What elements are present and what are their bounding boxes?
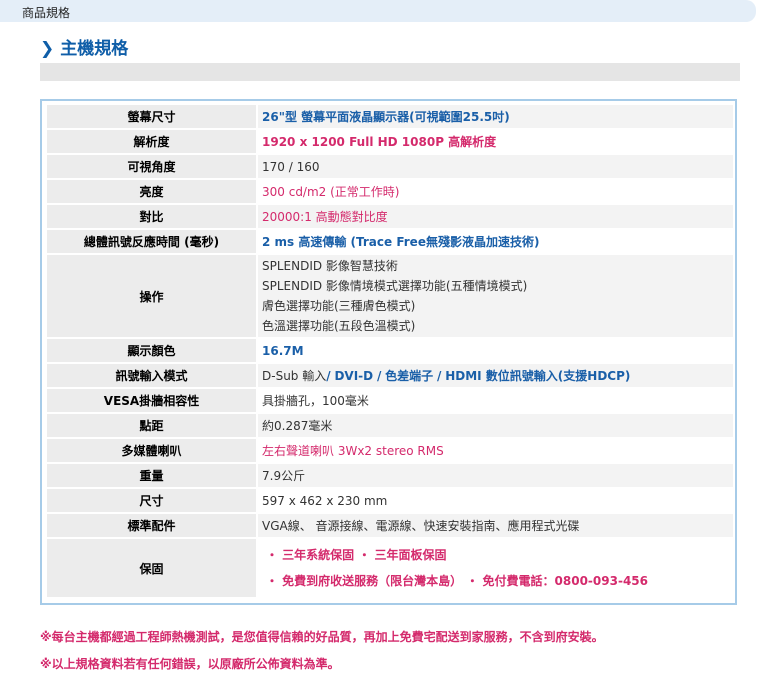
- footnote-quality: ※每台主機都經過工程師熱機測試，是您值得信賴的好品質，再加上免費宅配送到家服務，…: [40, 630, 604, 644]
- spec-label-accessories: 標準配件: [47, 514, 256, 537]
- table-row: 螢幕尺寸 26"型 螢幕平面液晶顯示器(可視範圍25.5吋): [47, 105, 733, 128]
- spec-label-speakers: 多媒體喇叭: [47, 439, 256, 462]
- spec-value-input: D-Sub 輸入/ DVI-D / 色差端子 / HDMI 數位訊號輸入(支援H…: [258, 364, 733, 387]
- spec-value-contrast: 20000:1 高動態對比度: [258, 205, 733, 228]
- table-row: 重量 7.9公斤: [47, 464, 733, 487]
- spec-value-screen-size: 26"型 螢幕平面液晶顯示器(可視範圍25.5吋): [258, 105, 733, 128]
- spec-value-colors: 16.7M: [258, 339, 733, 362]
- input-dsub: D-Sub 輸入: [262, 369, 327, 383]
- spec-label-weight: 重量: [47, 464, 256, 487]
- table-row: 可視角度 170 / 160: [47, 155, 733, 178]
- table-row: 顯示顏色 16.7M: [47, 339, 733, 362]
- input-sep: /: [326, 369, 331, 383]
- footnote-disclaimer: ※以上規格資料若有任何錯誤，以原廠所公佈資料為準。: [40, 657, 340, 671]
- input-component: 色差端子: [385, 369, 434, 383]
- breadcrumb-bar: 商品規格: [0, 0, 756, 22]
- spec-value-accessories: VGA線、 音源接線、電源線、快速安裝指南、應用程式光碟: [258, 514, 733, 537]
- table-row: 亮度 300 cd/m2 (正常工作時): [47, 180, 733, 203]
- table-row: 多媒體喇叭 左右聲道喇叭 3Wx2 stereo RMS: [47, 439, 733, 462]
- contrast-value: 20000:1 高動態對比度: [262, 210, 388, 224]
- vesa-value: 具掛牆孔，100毫米: [262, 394, 369, 408]
- page-title: ❯ 主機規格: [40, 34, 128, 59]
- input-hdmi: HDMI 數位訊號輸入(支援HDCP): [445, 369, 631, 383]
- spec-label-dimensions: 尺寸: [47, 489, 256, 512]
- table-row: 保固 ・ 三年系統保固 ・ 三年面板保固 ・ 免費到府收送服務（限台灣本島） ・…: [47, 539, 733, 597]
- spec-value-warranty: ・ 三年系統保固 ・ 三年面板保固 ・ 免費到府收送服務（限台灣本島） ・ 免付…: [258, 539, 733, 597]
- operation-line: 膚色選擇功能(三種膚色模式): [262, 299, 416, 313]
- spec-value-speakers: 左右聲道喇叭 3Wx2 stereo RMS: [258, 439, 733, 462]
- divider-bar: [40, 63, 740, 81]
- response-time-value: 2 ms 高速傳輸 (Trace Free無殘影液晶加速技術): [262, 235, 540, 249]
- input-sep: /: [437, 369, 442, 383]
- spec-value-resolution: 1920 x 1200 Full HD 1080P 高解析度: [258, 130, 733, 153]
- screen-size-value: 26"型 螢幕平面液晶顯示器(可視範圍25.5吋): [262, 110, 510, 124]
- spec-value-dimensions: 597 x 462 x 230 mm: [258, 489, 733, 512]
- brightness-value: 300 cd/m2 (正常工作時): [262, 185, 400, 199]
- viewing-angle-value: 170 / 160: [262, 159, 320, 174]
- table-row: 操作 SPLENDID 影像智慧技術 SPLENDID 影像情境模式選擇功能(五…: [47, 255, 733, 337]
- warranty-line: ・ 三年系統保固 ・ 三年面板保固: [266, 548, 447, 562]
- spec-value-operation: SPLENDID 影像智慧技術 SPLENDID 影像情境模式選擇功能(五種情境…: [258, 255, 733, 337]
- spec-label-viewing-angle: 可視角度: [47, 155, 256, 178]
- weight-value: 7.9公斤: [262, 469, 306, 483]
- table-row: 總體訊號反應時間 (毫秒) 2 ms 高速傳輸 (Trace Free無殘影液晶…: [47, 230, 733, 253]
- spec-label-vesa: VESA掛牆相容性: [47, 389, 256, 412]
- spec-value-response-time: 2 ms 高速傳輸 (Trace Free無殘影液晶加速技術): [258, 230, 733, 253]
- colors-value: 16.7M: [262, 343, 304, 358]
- speakers-value: 左右聲道喇叭 3Wx2 stereo RMS: [262, 444, 444, 458]
- input-dvi: DVI-D: [334, 369, 374, 383]
- spec-value-dot-pitch: 約0.287毫米: [258, 414, 733, 437]
- spec-label-operation: 操作: [47, 255, 256, 337]
- spec-value-vesa: 具掛牆孔，100毫米: [258, 389, 733, 412]
- spec-label-colors: 顯示顏色: [47, 339, 256, 362]
- spec-label-contrast: 對比: [47, 205, 256, 228]
- chevron-right-icon: ❯: [40, 39, 55, 59]
- table-row: 訊號輸入模式 D-Sub 輸入/ DVI-D / 色差端子 / HDMI 數位訊…: [47, 364, 733, 387]
- spec-label-response-time: 總體訊號反應時間 (毫秒): [47, 230, 256, 253]
- breadcrumb: 商品規格: [22, 6, 71, 20]
- dot-pitch-value: 約0.287毫米: [262, 419, 333, 433]
- spec-table: 螢幕尺寸 26"型 螢幕平面液晶顯示器(可視範圍25.5吋) 解析度 1920 …: [45, 103, 735, 599]
- dimensions-value: 597 x 462 x 230 mm: [262, 493, 388, 508]
- operation-line: SPLENDID 影像智慧技術: [262, 259, 398, 273]
- table-row: 標準配件 VGA線、 音源接線、電源線、快速安裝指南、應用程式光碟: [47, 514, 733, 537]
- table-row: 對比 20000:1 高動態對比度: [47, 205, 733, 228]
- operation-line: 色溫選擇功能(五段色溫模式): [262, 319, 416, 333]
- spec-value-brightness: 300 cd/m2 (正常工作時): [258, 180, 733, 203]
- accessories-value: VGA線、 音源接線、電源線、快速安裝指南、應用程式光碟: [262, 519, 580, 533]
- page-title-text: 主機規格: [60, 39, 129, 59]
- table-row: 尺寸 597 x 462 x 230 mm: [47, 489, 733, 512]
- operation-line: SPLENDID 影像情境模式選擇功能(五種情境模式): [262, 279, 528, 293]
- table-row: VESA掛牆相容性 具掛牆孔，100毫米: [47, 389, 733, 412]
- spec-label-dot-pitch: 點距: [47, 414, 256, 437]
- spec-label-screen-size: 螢幕尺寸: [47, 105, 256, 128]
- spec-label-warranty: 保固: [47, 539, 256, 597]
- table-row: 點距 約0.287毫米: [47, 414, 733, 437]
- input-sep: /: [376, 369, 382, 383]
- spec-label-input: 訊號輸入模式: [47, 364, 256, 387]
- spec-label-brightness: 亮度: [47, 180, 256, 203]
- spec-value-viewing-angle: 170 / 160: [258, 155, 733, 178]
- resolution-value: 1920 x 1200 Full HD 1080P 高解析度: [262, 135, 497, 149]
- spec-value-weight: 7.9公斤: [258, 464, 733, 487]
- table-row: 解析度 1920 x 1200 Full HD 1080P 高解析度: [47, 130, 733, 153]
- warranty-line: ・ 免費到府收送服務（限台灣本島） ・ 免付費電話：0800-093-456: [266, 574, 648, 588]
- spec-label-resolution: 解析度: [47, 130, 256, 153]
